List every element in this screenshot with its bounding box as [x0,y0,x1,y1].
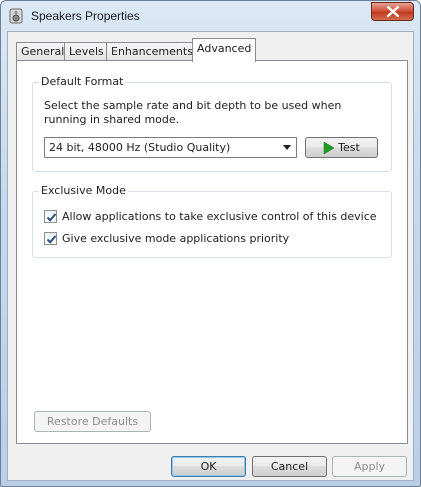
ok-button[interactable]: OK [171,456,246,477]
tab-levels[interactable]: Levels [64,42,109,61]
properties-window: Speakers Properties General Levels Enhan… [0,0,421,487]
sample-format-dropdown[interactable]: 24 bit, 48000 Hz (Studio Quality) [44,137,297,158]
title-bar[interactable]: Speakers Properties [1,1,420,31]
test-button-label: Test [338,141,360,154]
exclusive-mode-title: Exclusive Mode [39,184,128,197]
default-format-group: Default Format Select the sample rate an… [32,75,392,172]
exclusive-priority-checkbox[interactable] [44,232,57,245]
dialog-client-area: General Levels Enhancements Advanced Def… [7,31,414,481]
chevron-down-icon [283,145,291,150]
cancel-button[interactable]: Cancel [252,456,327,477]
checkmark-icon [46,213,57,222]
checkmark-icon [46,235,57,244]
restore-defaults-button[interactable]: Restore Defaults [34,411,151,432]
allow-exclusive-label: Allow applications to take exclusive con… [62,210,377,223]
default-format-description: Select the sample rate and bit depth to … [44,99,342,126]
exclusive-priority-checkbox-row[interactable]: Give exclusive mode applications priorit… [44,232,289,245]
allow-exclusive-checkbox[interactable] [44,210,57,223]
tab-general[interactable]: General [16,42,70,61]
default-format-title: Default Format [39,75,126,88]
exclusive-mode-group: Exclusive Mode Allow applications to tak… [32,184,392,258]
apply-button[interactable]: Apply [332,456,407,477]
window-title: Speakers Properties [31,9,140,23]
tab-advanced[interactable]: Advanced [192,38,257,62]
play-icon [323,141,335,154]
tab-enhancements[interactable]: Enhancements [106,42,198,61]
allow-exclusive-checkbox-row[interactable]: Allow applications to take exclusive con… [44,210,377,223]
advanced-tab-page: Default Format Select the sample rate an… [16,60,408,444]
exclusive-priority-label: Give exclusive mode applications priorit… [62,232,290,245]
tab-strip: General Levels Enhancements Advanced [16,38,406,62]
close-icon [386,6,399,17]
speaker-app-icon [9,8,23,24]
sample-format-value: 24 bit, 48000 Hz (Studio Quality) [49,141,231,154]
test-button[interactable]: Test [305,137,378,158]
close-button[interactable] [371,2,414,21]
